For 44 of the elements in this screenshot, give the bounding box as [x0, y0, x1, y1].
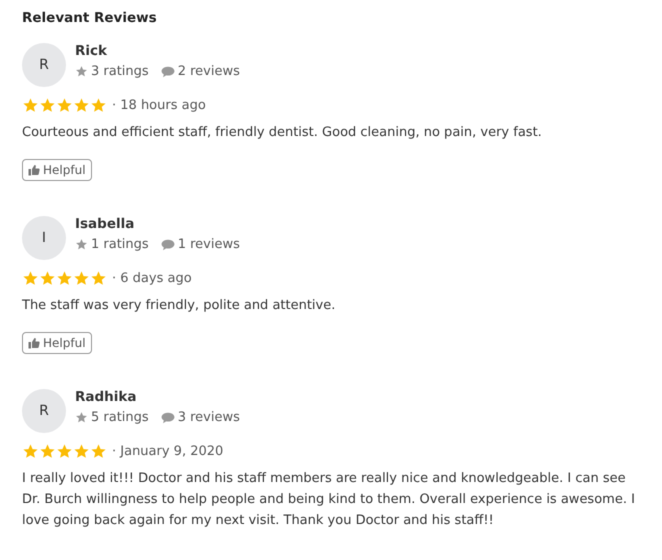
review-date: · January 9, 2020 — [112, 444, 224, 459]
ratings-count: 3 ratings — [91, 64, 149, 79]
star-icon — [39, 443, 56, 460]
star-icon — [73, 270, 90, 287]
avatar: R — [22, 43, 66, 87]
star-icon — [56, 443, 73, 460]
ratings-count: 5 ratings — [91, 410, 149, 425]
star-icon — [39, 270, 56, 287]
star-icon — [39, 97, 56, 114]
comment-icon — [160, 66, 175, 78]
review-text: Courteous and efficient staff, friendly dentist. Good cleaning, no pain, very fast. — [22, 124, 543, 142]
helpful-button[interactable]: Helpful — [22, 159, 92, 181]
star-icon — [90, 443, 107, 460]
star-icon — [90, 97, 107, 114]
reviews-count: 2 reviews — [178, 64, 240, 79]
comment-icon — [160, 238, 175, 250]
ratings-count: 1 ratings — [91, 237, 149, 252]
review-text: The staff was very friendly, polite and attentive. — [22, 297, 336, 315]
star-icon — [56, 97, 73, 114]
star-icon — [75, 411, 88, 424]
star-icon — [75, 238, 88, 251]
star-icon — [22, 270, 39, 287]
star-icon — [73, 443, 90, 460]
review-date: · 18 hours ago — [112, 98, 206, 113]
reviewer-name: Radhika — [75, 389, 138, 405]
star-icon — [73, 97, 90, 114]
star-icon — [22, 443, 39, 460]
reviews-count: 3 reviews — [178, 410, 240, 425]
reviewer-name: Isabella — [75, 216, 136, 232]
review-date: · 6 days ago — [112, 271, 192, 286]
star-icon — [75, 65, 88, 78]
comment-icon — [160, 412, 175, 424]
thumbs-up-icon — [28, 164, 40, 176]
reviewer-name: Rick — [75, 43, 108, 59]
star-icon — [56, 270, 73, 287]
thumbs-up-icon — [28, 337, 40, 349]
review-text: I really loved it!!! Doctor and his staff members are really nice and knowledgeable. I can see Dr. Burch willingness to help people and being kind to them. Overall experience is awesome. I love going back again for my next visit. Thank you Doctor and his staff!! — [22, 470, 636, 530]
star-icon — [90, 270, 107, 287]
reviews-count: 1 reviews — [178, 237, 240, 252]
avatar: R — [22, 389, 66, 433]
helpful-button[interactable]: Helpful — [22, 332, 92, 354]
section-heading: Relevant Reviews — [22, 10, 158, 26]
avatar: I — [22, 216, 66, 260]
star-icon — [22, 97, 39, 114]
